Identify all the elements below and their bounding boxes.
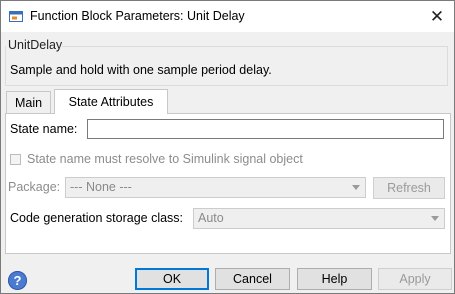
- state-name-input[interactable]: [87, 119, 444, 139]
- refresh-button[interactable]: Refresh: [373, 177, 445, 199]
- help-button[interactable]: Help: [297, 268, 372, 290]
- storage-class-select-value: Auto: [198, 211, 224, 225]
- help-icon[interactable]: ?: [8, 271, 27, 290]
- block-name-label: UnitDelay: [8, 38, 63, 52]
- state-name-label: State name:: [10, 122, 78, 136]
- tab-main-label: Main: [14, 95, 43, 110]
- simulink-app-icon: [9, 11, 23, 22]
- chevron-down-icon: [352, 185, 360, 190]
- ok-button[interactable]: OK: [135, 268, 209, 290]
- chevron-down-icon: [431, 216, 439, 221]
- tab-state-attributes[interactable]: State Attributes: [54, 89, 168, 114]
- apply-button[interactable]: Apply: [378, 268, 452, 290]
- storage-class-select[interactable]: Auto: [193, 208, 445, 229]
- tab-state-attributes-label: State Attributes: [68, 95, 154, 109]
- tab-main[interactable]: Main: [6, 91, 51, 113]
- resolve-signal-checkbox[interactable]: [10, 154, 21, 165]
- dialog-window: Function Block Parameters: Unit Delay ✕ …: [0, 0, 455, 294]
- title-bar[interactable]: Function Block Parameters: Unit Delay ✕: [1, 1, 454, 32]
- window-title: Function Block Parameters: Unit Delay: [30, 9, 245, 23]
- package-label: Package:: [8, 180, 61, 194]
- close-icon[interactable]: ✕: [420, 1, 454, 32]
- block-description: Sample and hold with one sample period d…: [10, 63, 272, 77]
- cancel-button[interactable]: Cancel: [215, 268, 290, 290]
- package-select[interactable]: --- None ---: [65, 177, 366, 198]
- resolve-signal-label: State name must resolve to Simulink sign…: [27, 152, 303, 166]
- storage-class-label: Code generation storage class:: [10, 211, 184, 225]
- package-select-value: --- None ---: [70, 180, 132, 194]
